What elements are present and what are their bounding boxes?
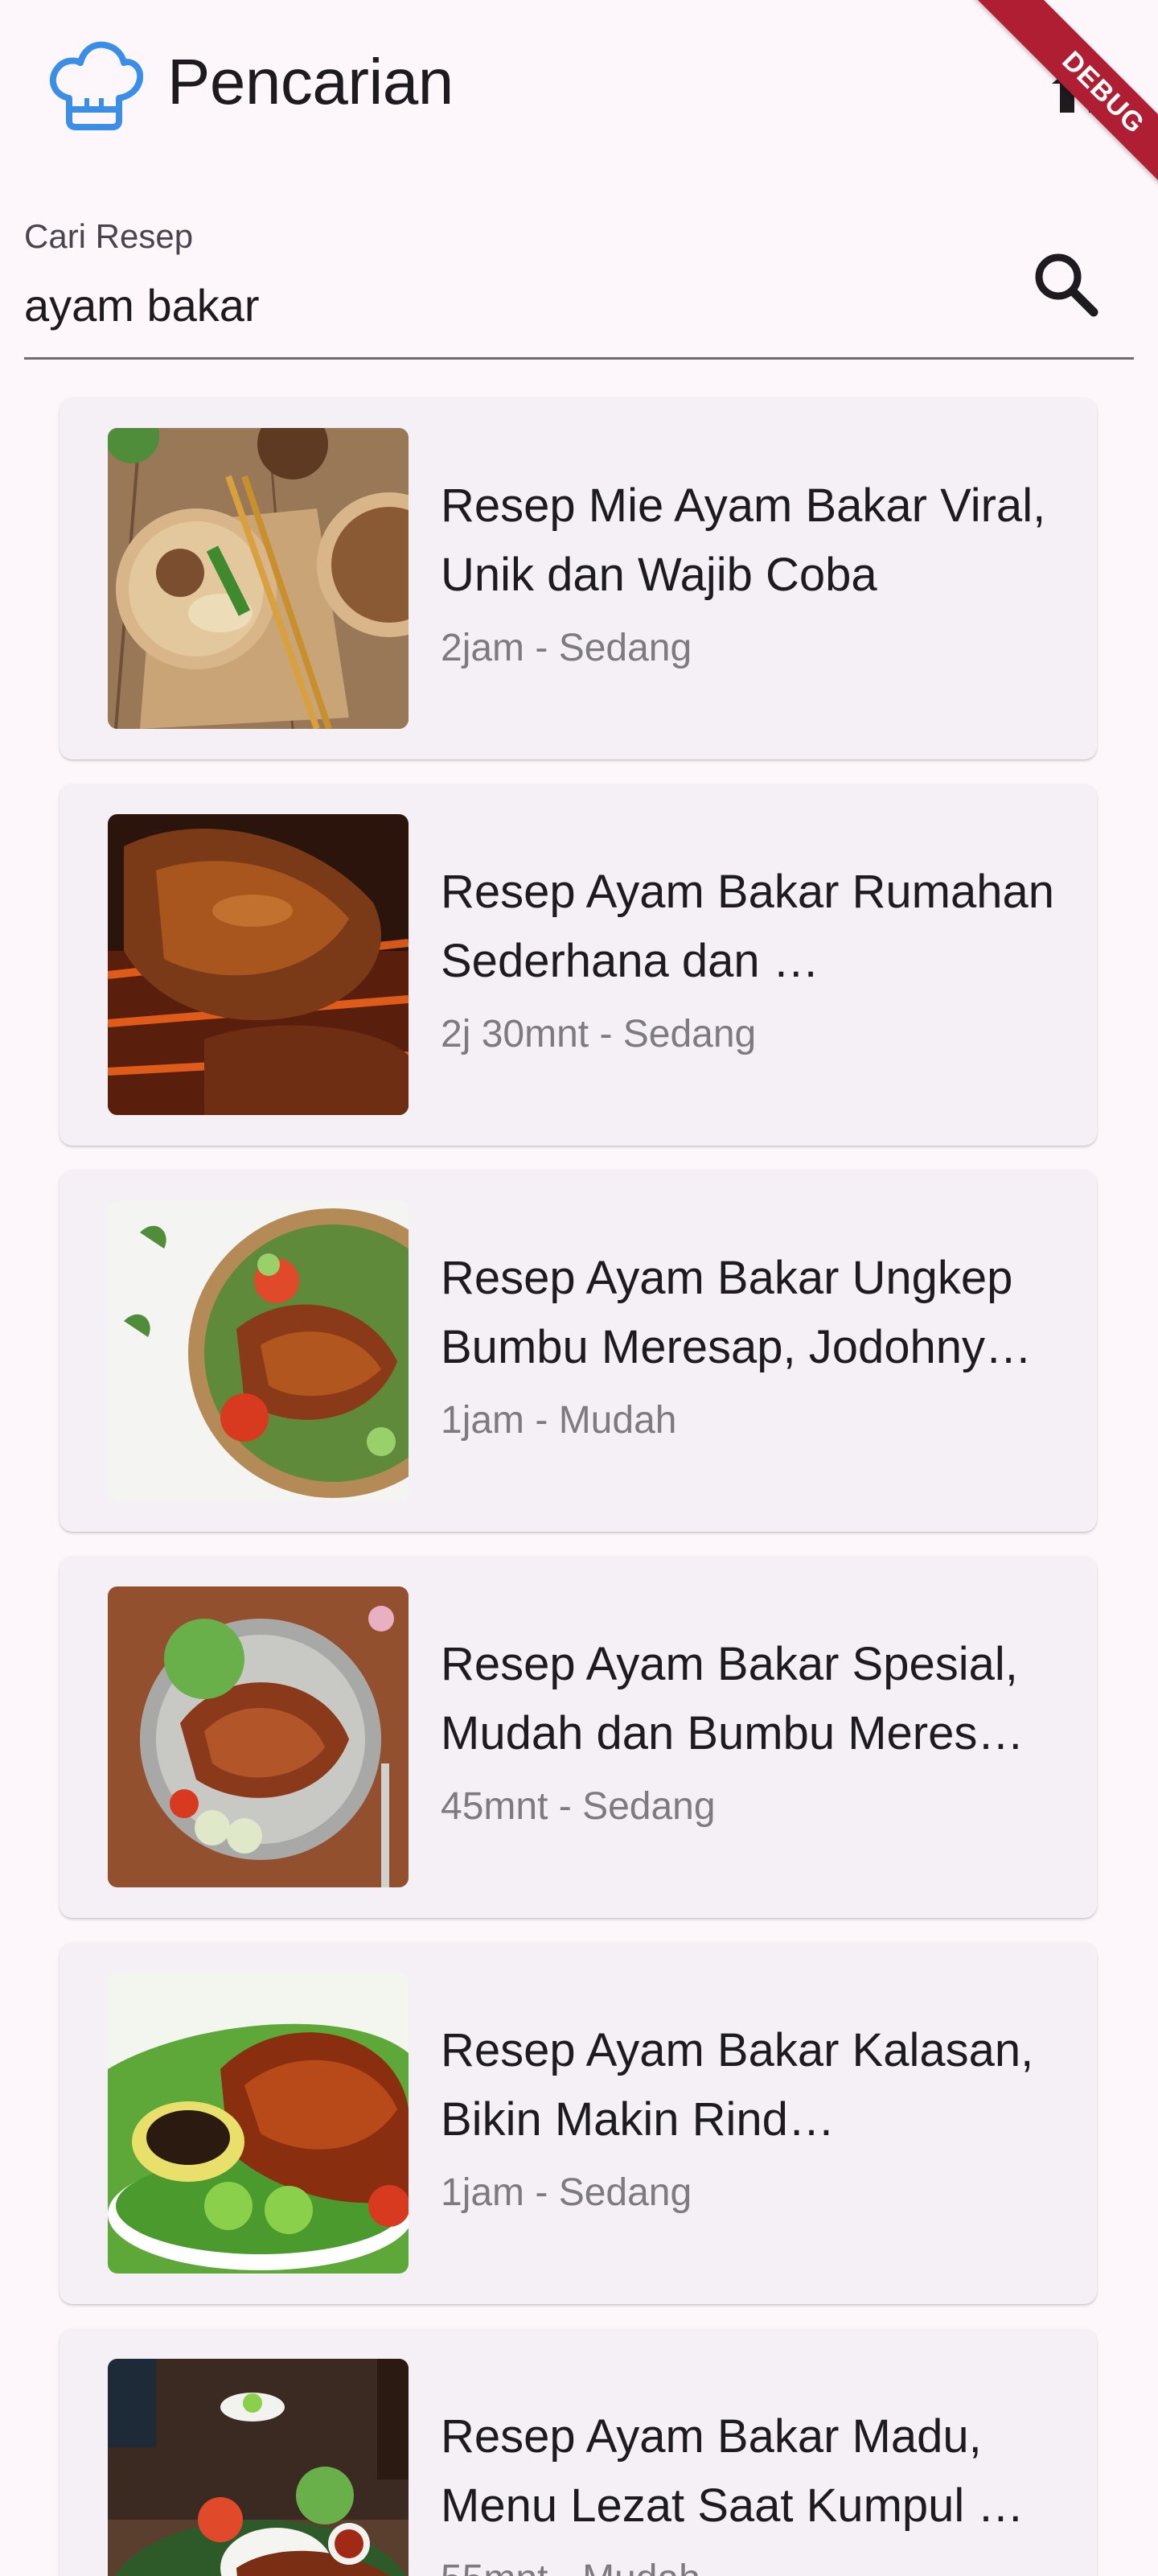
recipe-card[interactable]: Resep Ayam Bakar Kalasan, Bikin Makin Ri… bbox=[60, 1942, 1097, 2304]
search-underline bbox=[24, 357, 1134, 360]
recipe-card[interactable]: Resep Mie Ayam Bakar Viral, Unik dan Waj… bbox=[60, 397, 1097, 759]
recipe-image bbox=[108, 1973, 409, 2274]
search-page: Pencarian DEBUG Cari Resep ayam bakar Re… bbox=[0, 0, 1158, 2576]
recipe-meta: 2j 30mnt - Sedang bbox=[441, 1013, 757, 1056]
page-title: Pencarian bbox=[167, 46, 454, 117]
recipe-image bbox=[108, 2359, 409, 2576]
recipe-title: Resep Ayam Bakar Madu, Menu Lezat Saat K… bbox=[441, 2410, 1025, 2532]
recipe-card[interactable]: Resep Ayam Bakar Spesial, Mudah dan Bumb… bbox=[60, 1556, 1097, 1918]
recipe-meta: 1jam - Sedang bbox=[441, 2171, 692, 2214]
search-field: Cari Resep bbox=[24, 204, 1134, 360]
search-input[interactable] bbox=[24, 270, 989, 339]
recipe-title: Resep Ayam Bakar Spesial, Mudah dan Bumb… bbox=[441, 1638, 1025, 1759]
chef-hat-icon bbox=[49, 41, 143, 130]
recipe-title: Resep Ayam Bakar Rumahan Sederhana dan … bbox=[441, 866, 1055, 987]
recipe-meta: 45mnt - Sedang bbox=[441, 1785, 716, 1828]
recipe-card[interactable]: Resep Ayam Bakar Ungkep Bumbu Meresap, J… bbox=[60, 1170, 1097, 1532]
recipe-meta: 1jam - Mudah bbox=[441, 1399, 677, 1442]
app-bar: Pencarian DEBUG bbox=[0, 0, 1158, 223]
recipe-image bbox=[108, 814, 409, 1115]
search-label: Cari Resep bbox=[24, 217, 194, 255]
recipe-image bbox=[108, 1200, 409, 1501]
recipe-card[interactable]: Resep Ayam Bakar Madu, Menu Lezat Saat K… bbox=[60, 2328, 1097, 2576]
recipe-title: Resep Mie Ayam Bakar Viral, Unik dan Waj… bbox=[441, 479, 1046, 601]
recipe-card[interactable]: Resep Ayam Bakar Rumahan Sederhana dan …… bbox=[60, 784, 1097, 1146]
recipe-image bbox=[108, 1586, 409, 1887]
search-icon[interactable] bbox=[1026, 245, 1107, 325]
recipe-title: Resep Ayam Bakar Kalasan, Bikin Makin Ri… bbox=[441, 2024, 1034, 2146]
recipe-meta: 55mnt - Mudah bbox=[441, 2553, 700, 2576]
recipe-title: Resep Ayam Bakar Ungkep Bumbu Meresap, J… bbox=[441, 1252, 1033, 1373]
recipe-image bbox=[108, 428, 409, 729]
recipe-meta: 2jam - Sedang bbox=[441, 627, 692, 669]
